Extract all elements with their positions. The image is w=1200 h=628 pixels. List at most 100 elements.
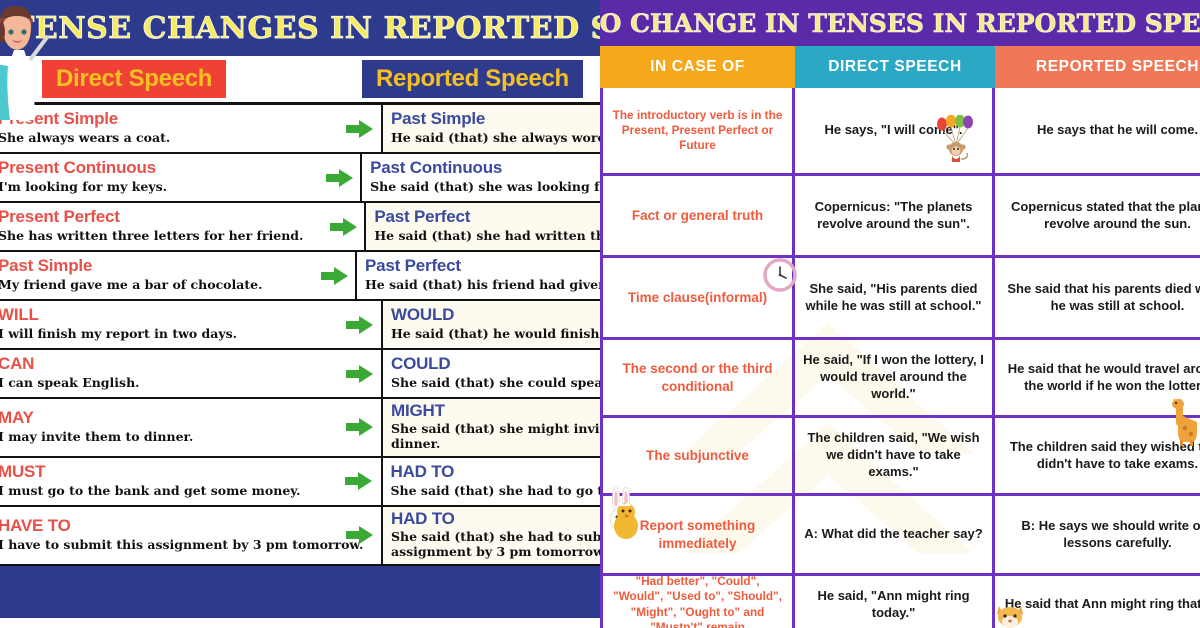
column-header-direct-speech: DIRECT SPEECH (795, 46, 995, 88)
direct-speech-cell: Present Continuous I'm looking for my key… (0, 154, 319, 201)
no-change-row: Fact or general truth Copernicus: "The pl… (603, 176, 1200, 258)
case-cell: Fact or general truth (603, 176, 795, 255)
case-cell: The second or the third conditional (603, 340, 795, 415)
left-panel-canvas: TENSE CHANGES IN REPORTED SPEECH Direct … (0, 0, 600, 628)
tense-row: MAY I may invite them to dinner. MIGHT She … (0, 399, 600, 458)
left-title-bar: TENSE CHANGES IN REPORTED SPEECH (0, 0, 600, 56)
no-change-row: The second or the third conditional He sa… (603, 340, 1200, 418)
reported-tense-label: MIGHT (391, 401, 445, 420)
tense-row: WILL I will finish my report in two days.… (0, 301, 600, 350)
direct-example-text: I have to submit this assignment by 3 pm… (0, 536, 364, 552)
direct-speech-cell: She said, "His parents died while he was… (795, 258, 995, 337)
direct-tense-label: HAVE TO (0, 516, 71, 536)
direct-speech-cell: HAVE TO I have to submit this assignment … (0, 507, 364, 564)
reported-tense-label: WOULD (391, 305, 455, 325)
reported-speech-cell: Past Continuous She said (that) she was l… (362, 154, 600, 201)
reported-tense-label: HAD TO (390, 462, 455, 482)
reported-example-text: He said (that) she had written three let… (374, 227, 600, 243)
direct-speech-cell: MUST I must go to the bank and get some m… (0, 458, 338, 505)
direct-example-text: I'm looking for my keys. (0, 178, 168, 194)
reported-speech-cell: Past Perfect He said (that) his friend ha… (357, 252, 600, 299)
tense-row: Present Perfect She has written three let… (0, 203, 600, 252)
arrow-right-icon (338, 350, 383, 397)
reported-speech-cell: Past Simple He said (that) she always wor… (383, 105, 600, 152)
case-cell: The subjunctive (603, 418, 795, 493)
reported-speech-chip: Reported Speech (362, 60, 583, 98)
reported-example-text: He said (that) he would finish his repor… (391, 325, 600, 341)
direct-speech-cell: Present Perfect She has written three let… (0, 203, 323, 250)
arrow-right-icon (315, 252, 357, 299)
reported-tense-label: Past Continuous (370, 158, 503, 178)
reported-tense-label: HAD TO (391, 508, 455, 528)
reported-speech-cell: COULDShe said (that) she could speak Eng… (383, 350, 600, 397)
direct-speech-cell: He says, "I will come". (795, 88, 995, 173)
direct-speech-cell: He said, "If I won the lottery, I would … (795, 340, 995, 415)
reported-example-text: She said (that) she had to submit this a… (391, 529, 600, 559)
reported-speech-cell: HAD TOShe said (that) she had to submit … (383, 506, 600, 564)
no-change-row: The introductory verb is in the Present,… (603, 88, 1200, 176)
reported-speech-cell: He said that Ann might ring that day. (1004, 596, 1200, 612)
direct-speech-cell: MAY I may invite them to dinner. (0, 399, 338, 456)
reported-speech-cell: Copernicus stated that the planets revol… (1010, 198, 1200, 231)
right-column-headers: IN CASE OF DIRECT SPEECH REPORTED SPEECH (600, 46, 1200, 88)
right-panel-title: NO CHANGE IN TENSES IN REPORTED SPEECH (600, 8, 1200, 38)
no-change-row: The subjunctive The children said, "We wi… (603, 418, 1200, 496)
left-panel: TENSE CHANGES IN REPORTED SPEECH Direct … (0, 0, 600, 628)
reported-example-text: He said (that) his friend had given him … (365, 276, 600, 292)
reported-tense-label: Past Perfect (374, 207, 471, 227)
direct-example-text: I can speak English. (0, 374, 140, 390)
direct-example-text: I must go to the bank and get some money… (0, 482, 301, 498)
case-cell: The introductory verb is in the Present,… (603, 88, 795, 173)
reported-speech-cell: HAD TOShe said (that) she had to go to t… (383, 458, 601, 505)
reported-example-text: She said (that) she might invite them to… (391, 421, 600, 452)
tense-row: MUST I must go to the bank and get some m… (0, 457, 601, 507)
direct-tense-label: CAN (0, 354, 35, 374)
reported-speech-cell: She said that his parents died while he … (1007, 280, 1200, 313)
arrow-right-icon (338, 301, 383, 348)
reported-example-text: He said (that) she always wore a coat. (391, 129, 600, 145)
case-cell: "Had better", "Could", "Would", "Used to… (603, 574, 795, 628)
left-footer-bar (0, 565, 600, 618)
direct-example-text: I will finish my report in two days. (0, 325, 238, 341)
arrow-right-icon (319, 154, 363, 201)
right-title-bar: NO CHANGE IN TENSES IN REPORTED SPEECH (600, 0, 1200, 46)
tense-row: HAVE TO I have to submit this assignment … (0, 506, 600, 566)
tense-row: Present Simple She always wears a coat. Pa… (0, 105, 600, 154)
reported-tense-label: Past Simple (391, 109, 486, 129)
arrow-right-icon (338, 105, 383, 152)
reported-example-text: She said (that) she had to go to the ban… (390, 482, 601, 498)
reported-example-text: She said (that) she could speak English. (391, 374, 600, 390)
right-panel-canvas: NO CHANGE IN TENSES IN REPORTED SPEECH I… (600, 0, 1200, 628)
direct-tense-label: Present Continuous (0, 158, 156, 178)
right-panel: NO CHANGE IN TENSES IN REPORTED SPEECH I… (600, 0, 1200, 628)
reported-example-text: She said (that) she was looking for her … (370, 178, 600, 194)
infographic-root: TENSE CHANGES IN REPORTED SPEECH Direct … (0, 0, 1200, 628)
column-header-in-case-of: IN CASE OF (600, 46, 795, 88)
reported-speech-cell: He says that he will come. (1036, 122, 1199, 138)
reported-speech-cell: The children said they wished they didn'… (1009, 438, 1200, 471)
reported-tense-label: Past Perfect (365, 256, 461, 276)
tense-row: Past Simple My friend gave me a bar of ch… (0, 252, 600, 301)
left-column-headers: Direct Speech Reported Speech (0, 56, 600, 102)
no-change-row: Report something immediately A: What did … (603, 496, 1200, 576)
direct-speech-cell: Copernicus: "The planets revolve around … (795, 176, 995, 255)
direct-example-text: My friend gave me a bar of chocolate. (0, 276, 263, 292)
arrow-right-icon (338, 457, 383, 505)
reported-speech-cell: WOULDHe said (that) he would finish his … (383, 301, 600, 348)
direct-speech-cell: The children said, "We wish we didn't ha… (795, 418, 995, 493)
arrow-right-icon (338, 399, 383, 456)
no-change-row: "Had better", "Could", "Would", "Used to… (603, 574, 1200, 628)
direct-speech-cell: He said, "Ann might ring today." (795, 576, 995, 628)
direct-speech-cell: WILL I will finish my report in two days. (0, 301, 338, 348)
direct-example-text: She has written three letters for her fr… (0, 227, 304, 243)
direct-speech-cell: A: What did the teacher say? (795, 496, 995, 573)
direct-tense-label: Past Simple (0, 256, 93, 276)
reported-speech-cell: He said that he would travel around the … (1007, 360, 1200, 393)
tense-row: CAN I can speak English. COULD She said (th… (0, 350, 600, 399)
arrow-right-icon (323, 203, 367, 250)
direct-tense-label: WILL (0, 305, 39, 325)
reported-tense-label: COULD (391, 354, 451, 374)
reported-speech-cell: B: He says we should write our lessons c… (1021, 517, 1200, 550)
direct-tense-label: MAY (0, 408, 34, 428)
column-header-reported-speech: REPORTED SPEECH (995, 46, 1200, 88)
